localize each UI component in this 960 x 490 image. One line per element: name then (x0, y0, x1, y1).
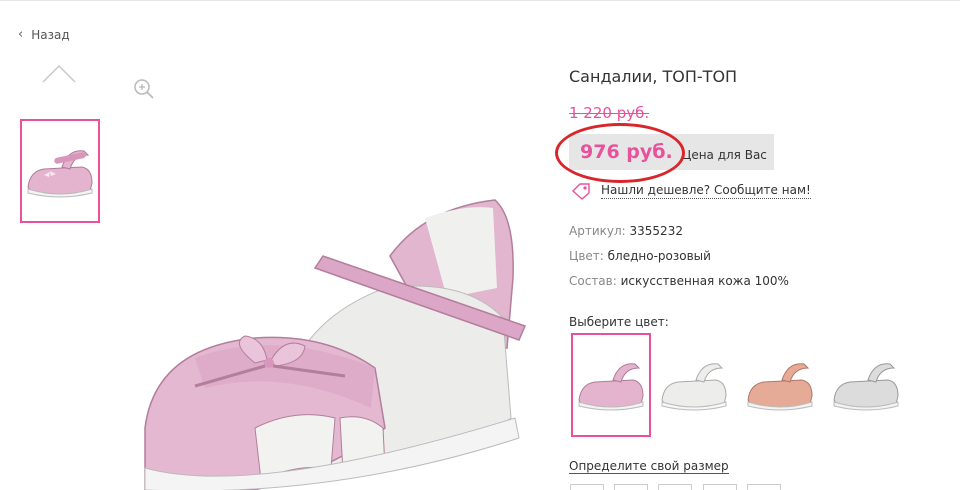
size-option[interactable] (658, 484, 692, 490)
sandal-white-image (661, 363, 727, 411)
top-divider (0, 0, 960, 1)
spec-article-key: Артикул: (569, 224, 626, 238)
sandal-grey-image (833, 363, 899, 411)
color-option-grey[interactable] (826, 333, 906, 437)
spec-composition-value: искусственная кожа 100% (620, 274, 789, 288)
old-price: 1 220 руб. (569, 104, 650, 122)
price-tag-icon (571, 183, 590, 200)
spec-composition: Состав: искусственная кожа 100% (569, 274, 789, 288)
back-label: Назад (31, 27, 70, 42)
spec-article-value: 3355232 (629, 224, 683, 238)
color-option-peach[interactable] (740, 333, 820, 437)
sandal-peach-image (747, 363, 813, 411)
size-option[interactable] (570, 484, 604, 490)
spec-article: Артикул: 3355232 (569, 224, 683, 238)
spec-color-key: Цвет: (569, 249, 604, 263)
sandal-thumbnail-image (27, 150, 93, 198)
chevron-left-icon: ‹ (18, 27, 24, 42)
sandal-pink-image (578, 363, 644, 411)
found-cheaper-label: Нашли дешевле? Сообщите нам! (601, 183, 811, 199)
price-label: Цена для Вас (682, 148, 767, 162)
size-option[interactable] (614, 484, 648, 490)
spec-color: Цвет: бледно-розовый (569, 249, 711, 263)
color-picker-title: Выберите цвет: (569, 315, 669, 329)
spec-composition-key: Состав: (569, 274, 617, 288)
product-thumbnail[interactable] (20, 119, 100, 223)
size-guide-link[interactable]: Определите свой размер (569, 459, 729, 474)
product-main-image[interactable] (135, 168, 545, 490)
size-option[interactable] (747, 484, 781, 490)
found-cheaper-link[interactable]: Нашли дешевле? Сообщите нам! (571, 182, 811, 200)
spec-color-value: бледно-розовый (607, 249, 711, 263)
chevron-up-icon[interactable] (40, 62, 78, 86)
color-option-white[interactable] (654, 333, 734, 437)
size-option[interactable] (703, 484, 737, 490)
price-highlight-circle (555, 123, 685, 183)
color-option-pink[interactable] (571, 333, 651, 437)
product-title: Сандалии, ТОП-ТОП (569, 67, 738, 86)
zoom-icon[interactable] (133, 78, 155, 100)
back-link[interactable]: ‹ Назад (18, 27, 70, 42)
